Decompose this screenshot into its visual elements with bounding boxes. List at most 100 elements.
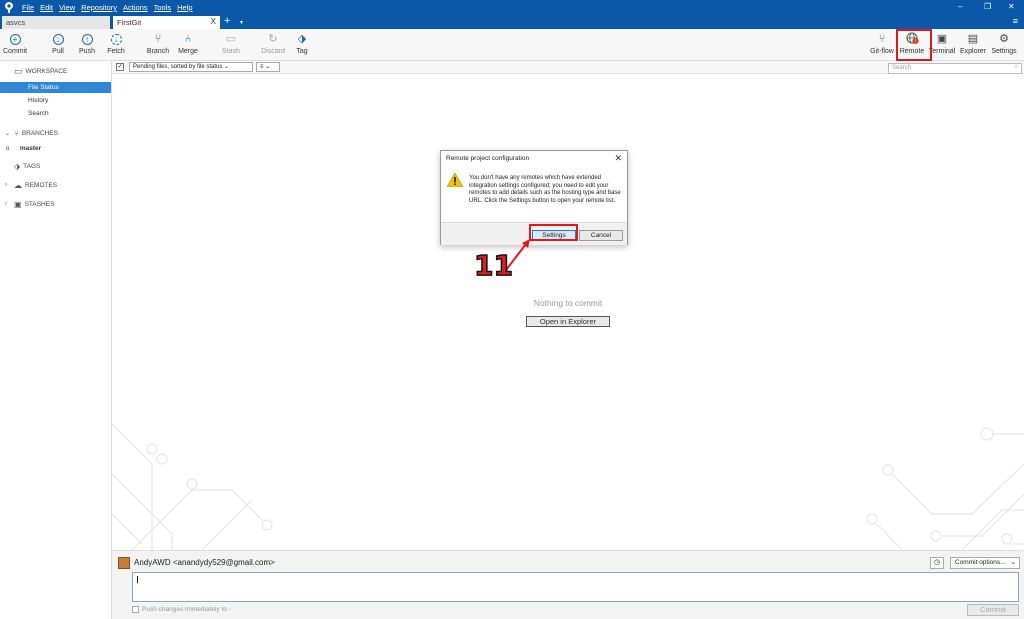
menu-edit[interactable]: Edit [40,3,53,12]
push-immediately-checkbox[interactable] [132,606,139,613]
tag-icon: ⬗ [297,33,307,45]
branch-icon: ⑂ [154,33,162,45]
restore-button[interactable]: ❐ [984,2,991,11]
menu-help[interactable]: Help [177,3,192,12]
branch-icon: ⑂ [14,129,19,138]
settings-label: Settings [991,48,1017,55]
menu-file[interactable]: File [22,3,34,12]
sidebar-item-search[interactable]: Search [0,108,111,119]
gitflow-label: Git-flow [870,48,894,55]
stash-button[interactable]: ▭ Stash [220,32,242,55]
search-input[interactable]: Search ⌕ [888,63,1022,74]
sidebar-item-history[interactable]: History [0,95,111,106]
push-label: Push [79,48,95,55]
add-tab-button[interactable]: + [224,14,230,28]
remotes-header[interactable]: ☁ REMOTES [14,181,57,190]
chevron-down-icon[interactable]: ⌄ [5,130,10,137]
menu-tools[interactable]: Tools [154,3,172,12]
view-mode-dropdown[interactable]: ≡ ⌄ [256,62,280,72]
merge-button[interactable]: ⑃ Merge [176,32,200,55]
terminal-label: Terminal [928,48,956,55]
tab-firstgit[interactable]: FirstGit X [113,16,220,29]
branch-name: master [19,145,42,152]
branches-header[interactable]: ⑂ BRANCHES [14,129,58,138]
push-icon: ↑ [80,32,94,46]
branch-button[interactable]: ⑂ Branch [146,32,170,55]
background-circuit-pattern [112,423,1024,550]
commit-author: AndyAWD <anandydy529@gmail.com> [134,558,275,567]
push-button[interactable]: ↑ Push [78,32,96,55]
tab-close-button[interactable]: X [211,17,216,26]
stash-label: Stash [222,48,240,55]
hamburger-menu-icon[interactable]: ≡ [1013,16,1018,26]
chevron-right-icon[interactable]: › [5,201,7,207]
stashes-label: STASHES [24,201,55,208]
menu-bar: File Edit View Repository Actions Tools … [22,3,193,12]
push-immediately-option[interactable]: Push changes immediately to - [132,606,231,613]
workspace-label: WORKSPACE [25,68,68,75]
list-icon: ≡ [260,64,264,70]
settings-highlight-box [529,224,578,241]
sidebar-item-label: File Status [28,84,59,91]
commit-submit-button[interactable]: Commit [967,604,1019,616]
commit-icon: + [8,32,22,46]
sort-dropdown[interactable]: Pending files, sorted by file status ⌄ [129,62,253,72]
sidebar-item-master[interactable]: o master [0,143,111,154]
tab-asvcs[interactable]: asvcs [2,16,110,29]
sidebar-item-file-status[interactable]: File Status [0,82,111,93]
merge-label: Merge [178,48,198,55]
text-caret [137,576,138,583]
chevron-right-icon[interactable]: › [5,182,7,188]
commit-label: Commit [3,48,28,55]
toolbar: + Commit ↓ Pull ↑ Push ↓ Fetch ⑂ Branch … [0,29,1024,61]
dialog-message: You don't have any remotes which have ex… [469,175,621,204]
discard-button[interactable]: ↻ Discard [260,32,286,55]
cloud-icon: ☁ [14,181,22,190]
stash-icon: ▭ [225,33,237,45]
dialog-cancel-button[interactable]: Cancel [579,230,623,241]
tags-header[interactable]: ⬗ TAGS [14,162,40,171]
sidebar-item-label: History [28,97,49,104]
commit-button[interactable]: + Commit [3,32,27,55]
menu-view[interactable]: View [59,3,75,12]
menu-actions[interactable]: Actions [123,3,148,12]
terminal-icon: ▣ [936,33,948,45]
select-all-checkbox[interactable]: ✓ [116,63,124,71]
tab-dropdown-button[interactable]: ▾ [240,16,243,30]
stash-icon: ▣ [14,200,22,209]
explorer-button[interactable]: ▤ Explorer [959,32,987,55]
current-branch-icon: o [6,146,10,152]
settings-button[interactable]: ⚙ Settings [990,32,1018,55]
sidebar: ▭ WORKSPACE File Status History Search ⌄… [0,61,112,619]
folder-icon: ▤ [967,33,979,45]
commit-options-dropdown[interactable]: Commit options... ⌄ [950,557,1020,569]
monitor-icon: ▭ [14,66,23,76]
tag-label: Tag [296,48,308,55]
tag-button[interactable]: ⬗ Tag [294,32,310,55]
gitflow-button[interactable]: ⑂ Git-flow [869,32,895,55]
tab-label: FirstGit [117,18,142,27]
fetch-label: Fetch [107,48,125,55]
commit-message-input[interactable] [132,572,1019,602]
minimize-button[interactable]: – [958,2,962,11]
explorer-label: Explorer [959,48,987,55]
pull-button[interactable]: ↓ Pull [49,32,67,55]
menu-repository[interactable]: Repository [81,3,117,12]
remotes-label: REMOTES [25,182,58,189]
empty-state-text: Nothing to commit [533,298,603,308]
stashes-header[interactable]: ▣ STASHES [14,200,54,209]
workspace-header: ▭ WORKSPACE [14,66,67,77]
commit-panel: AndyAWD <anandydy529@gmail.com> ◷ Commit… [112,550,1024,619]
chevron-down-icon: ⌄ [1010,559,1016,566]
branches-label: BRANCHES [21,130,58,137]
fetch-button[interactable]: ↓ Fetch [106,32,126,55]
clock-icon[interactable]: ◷ [930,557,944,569]
sort-label: Pending files, sorted by file status [133,64,223,70]
file-status-panel: Nothing to commit Open in Explorer [112,74,1024,550]
remote-highlight-box [896,29,932,61]
dialog-close-icon[interactable]: ✕ [614,153,622,164]
close-window-button[interactable]: ✕ [1008,2,1015,11]
tab-label: asvcs [6,18,26,27]
open-in-explorer-button[interactable]: Open in Explorer [526,316,610,327]
push-immediately-label: Push changes immediately to - [142,606,231,613]
